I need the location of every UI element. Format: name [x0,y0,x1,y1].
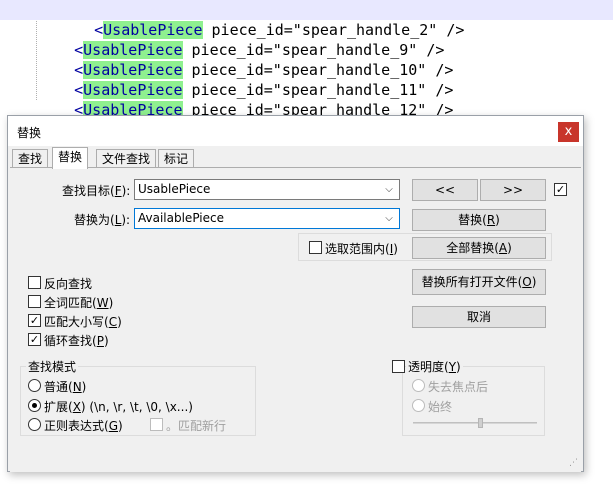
mode-normal-label[interactable]: 普通(N) [44,378,86,395]
in-selection-label[interactable]: 选取范围内(I) [325,240,398,257]
replace-input[interactable]: AvailablePiece ⌵ [134,208,400,229]
replace-label: 替换为(L): [74,213,131,227]
dot-newline-label: 。匹配新行 [166,419,227,433]
find-next-button[interactable]: >> [480,179,546,201]
dialog-title: 替换 [17,126,42,140]
transparency-always-label: 始终 [428,400,453,414]
replace-dialog: 替换 x 查找 替换 文件查找 标记 查找目标(F): UsablePiece … [7,115,584,472]
whole-word-label[interactable]: 全词匹配(W) [44,294,113,311]
tab-find[interactable]: 查找 [12,149,49,168]
wrap-around-label[interactable]: 循环查找(P) [44,332,109,349]
replace-button[interactable]: 替换(R) [412,209,546,231]
transparency-on-lose-focus-label: 失去焦点后 [428,380,489,394]
mode-regex-radio[interactable] [28,418,41,431]
match-case-checkbox[interactable]: ✓ [28,314,41,327]
reverse-search-checkbox[interactable] [28,276,41,289]
direction-checkbox[interactable]: ✓ [554,183,567,196]
replace-panel: 查找目标(F): UsablePiece ⌵ << >> ✓ 替换为(L): A… [10,167,581,472]
code-line[interactable]: <UsablePiece piece_id="spear_handle_9" /… [38,20,444,59]
mode-normal-radio[interactable] [28,379,41,392]
mode-extended-radio[interactable] [28,399,41,412]
find-label: 查找目标(F): [62,184,131,198]
tab-mark[interactable]: 标记 [158,149,195,168]
dialog-titlebar[interactable]: 替换 x [8,116,583,146]
find-value: UsablePiece [138,182,211,196]
code-line-current[interactable]: <UsablePiece piece_id="spear_handle_2" /… [0,0,613,39]
code-editor[interactable]: <UsablePiece piece_id="spear_handle_2" /… [0,0,613,119]
match-case-label[interactable]: 匹配大小写(C) [44,313,122,330]
check-icon: ✓ [555,183,566,196]
close-button[interactable]: x [558,122,579,142]
wrap-around-checkbox[interactable]: ✓ [28,333,41,346]
transparency-on-lose-focus-radio[interactable] [412,379,425,392]
transparency-checkbox[interactable] [392,360,405,373]
mode-extended-label[interactable]: 扩展(X) (\n, \r, \t, \0, \x...) [44,398,193,415]
transparency-always-radio[interactable] [412,399,425,412]
check-icon: ✓ [29,333,40,346]
transparency-label[interactable]: 透明度(Y) [406,358,463,375]
dot-newline-checkbox[interactable] [150,418,163,431]
whole-word-checkbox[interactable] [28,295,41,308]
replace-all-button[interactable]: 全部替换(A) [412,237,546,259]
mode-regex-label[interactable]: 正则表达式(G) [44,417,123,434]
chevron-down-icon[interactable]: ⌵ [382,180,396,199]
find-input[interactable]: UsablePiece ⌵ [134,179,400,200]
code-line[interactable]: <UsablePiece piece_id="spear_handle_10" … [38,40,453,79]
transparency-slider-thumb[interactable] [478,418,484,428]
resize-grip-icon[interactable]: ⋰ [568,459,578,469]
tab-replace[interactable]: 替换 [52,147,89,169]
transparency-slider-track[interactable] [413,422,537,424]
code-line[interactable]: <UsablePiece piece_id="spear_handle_11" … [38,60,453,99]
reverse-search-label[interactable]: 反向查找 [44,275,92,292]
check-icon: ✓ [29,314,40,327]
chevron-down-icon[interactable]: ⌵ [382,209,396,228]
code-line[interactable]: <UsablePiece piece_id="spear_handle_12" … [38,80,453,119]
close-icon: x [564,124,573,139]
replace-all-open-files-button[interactable]: 替换所有打开文件(O) [412,269,546,295]
search-mode-title: 查找模式 [26,358,79,375]
replace-value: AvailablePiece [138,211,224,225]
cancel-button[interactable]: 取消 [412,306,546,328]
tab-find-in-files[interactable]: 文件查找 [96,149,157,168]
find-previous-button[interactable]: << [412,179,478,201]
in-selection-checkbox[interactable] [309,241,322,254]
